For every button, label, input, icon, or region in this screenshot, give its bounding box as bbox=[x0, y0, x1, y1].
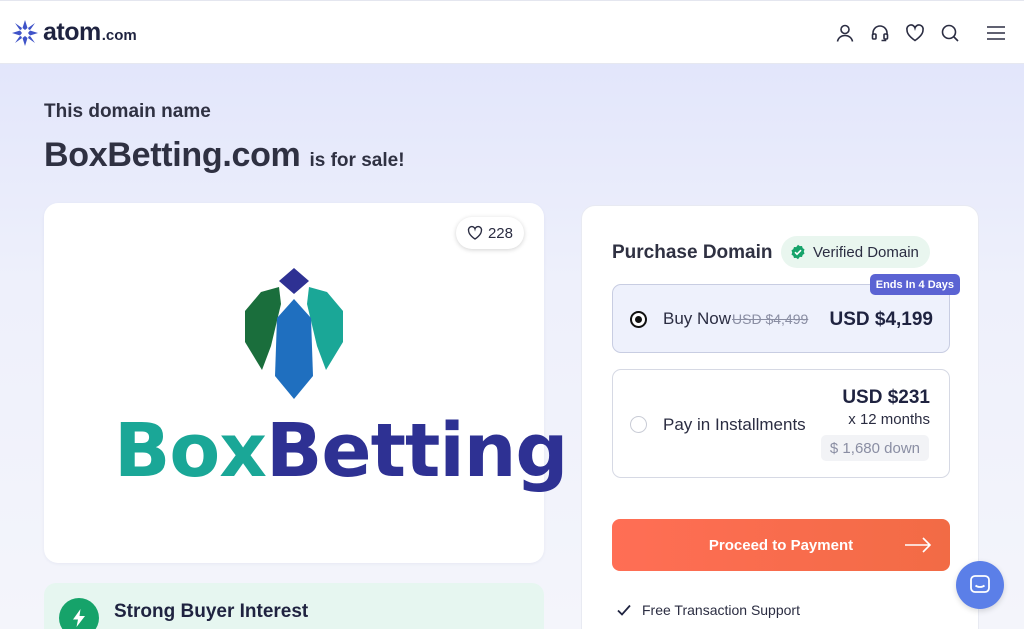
boxbetting-wordmark: BoxBetting bbox=[114, 408, 568, 494]
user-icon[interactable] bbox=[835, 23, 855, 43]
proceed-label: Proceed to Payment bbox=[708, 536, 854, 554]
boxbetting-brand-mark bbox=[245, 268, 343, 399]
proceed-to-payment-button[interactable]: Proceed to Payment bbox=[612, 519, 950, 571]
arrow-right-icon bbox=[905, 537, 932, 553]
down-payment: $ 1,680 down bbox=[820, 435, 929, 461]
domain-logo-card: 228 BoxBetting bbox=[44, 203, 568, 563]
lightning-icon bbox=[59, 598, 99, 629]
checkmark-icon bbox=[617, 604, 631, 616]
old-price: USD $4,499 bbox=[732, 311, 809, 327]
verified-domain-badge: Verified Domain bbox=[781, 236, 930, 268]
chat-icon bbox=[970, 575, 990, 593]
buy-now-price: USD $4,199 bbox=[829, 309, 933, 330]
support-headset-icon[interactable] bbox=[870, 23, 890, 43]
for-sale-label: is for sale! bbox=[309, 150, 405, 171]
atom-logo-icon bbox=[12, 19, 38, 46]
buy-now-radio[interactable] bbox=[630, 311, 647, 328]
wordmark-betting: Betting bbox=[265, 408, 568, 494]
installment-months: x 12 months bbox=[848, 411, 930, 428]
perk-item: Free Transaction Support bbox=[616, 602, 800, 618]
menu-icon[interactable] bbox=[986, 23, 1006, 43]
hero-eyebrow: This domain name bbox=[44, 101, 211, 122]
installments-radio[interactable] bbox=[630, 416, 647, 433]
buyer-interest-card: Strong Buyer Interest bbox=[44, 583, 544, 629]
hero-title-row: BoxBetting.com is for sale! bbox=[44, 136, 405, 175]
installments-label: Pay in Installments bbox=[663, 415, 806, 434]
purchase-card: Purchase Domain Verified Domain Ends In … bbox=[581, 205, 979, 629]
purchase-title: Purchase Domain bbox=[612, 242, 773, 263]
chat-widget-button[interactable] bbox=[956, 561, 1004, 609]
heart-icon[interactable] bbox=[905, 23, 925, 43]
perk-label: Free Transaction Support bbox=[642, 602, 800, 618]
site-logo[interactable]: atom .com bbox=[11, 18, 137, 47]
like-count: 228 bbox=[487, 224, 513, 242]
verified-label: Verified Domain bbox=[813, 243, 919, 261]
search-icon[interactable] bbox=[940, 23, 960, 43]
like-button[interactable]: 228 bbox=[455, 217, 524, 249]
site-header: atom .com bbox=[0, 0, 1024, 64]
buyer-interest-title: Strong Buyer Interest bbox=[114, 601, 309, 622]
wordmark-box: Box bbox=[114, 408, 267, 494]
logo-tld: .com bbox=[101, 27, 137, 44]
ends-in-badge: Ends In 4 Days bbox=[869, 274, 960, 295]
domain-title: BoxBetting.com bbox=[44, 136, 301, 174]
heart-outline-icon bbox=[467, 225, 483, 240]
buy-now-option[interactable]: Ends In 4 Days Buy Now USD $4,499 USD $4… bbox=[612, 274, 960, 353]
installment-price: USD $231 bbox=[842, 387, 930, 408]
logo-wordmark: atom bbox=[43, 18, 101, 46]
installments-option[interactable]: Pay in Installments USD $231 x 12 months… bbox=[612, 369, 950, 478]
buy-now-label: Buy Now bbox=[663, 309, 732, 328]
verified-check-icon bbox=[791, 244, 805, 260]
